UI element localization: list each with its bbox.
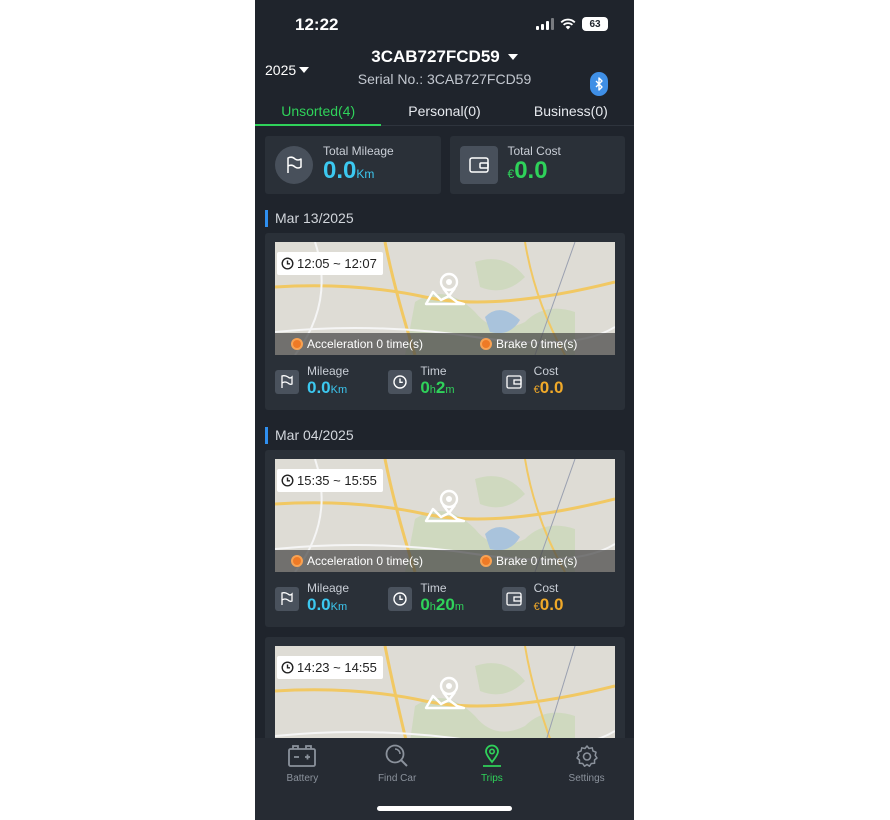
map-pin-icon: [424, 676, 466, 710]
trip-time-badge: 14:23 ~ 14:55: [277, 656, 383, 679]
date-header: Mar 04/2025: [265, 427, 354, 444]
trip-card[interactable]: 15:35 ~ 15:55 Acceleration 0 time(s) Bra…: [265, 450, 625, 627]
trip-duration: Time 0h2m: [388, 363, 501, 401]
summary-row: Total Mileage 0.0Km Total Cost €0.0: [265, 136, 625, 194]
total-cost-card: Total Cost €0.0: [449, 136, 625, 194]
trip-metrics: Mileage 0.0Km Time 0h20m Cost €0.0: [275, 580, 615, 618]
nav-battery[interactable]: Battery: [255, 744, 350, 820]
driving-events-bar: Acceleration 0 time(s) Brake 0 time(s): [275, 333, 615, 355]
total-cost-value: €0.0: [507, 156, 548, 184]
acceleration-event: Acceleration 0 time(s): [291, 554, 423, 568]
tab-unsorted[interactable]: Unsorted(4): [255, 96, 382, 126]
acceleration-icon: [291, 338, 303, 350]
brake-icon: [480, 338, 492, 350]
device-name: 3CAB727FCD59: [371, 47, 500, 66]
trip-time-range: 14:23 ~ 14:55: [297, 660, 377, 675]
total-mileage-card: Total Mileage 0.0Km: [265, 136, 441, 194]
flag-icon: [275, 146, 313, 184]
clock-icon: [281, 257, 294, 270]
total-mileage-label: Total Mileage: [323, 143, 394, 158]
gear-icon: [575, 745, 598, 767]
battery-icon: [288, 745, 317, 767]
total-mileage-value: 0.0Km: [323, 156, 375, 184]
wallet-icon: [501, 370, 526, 394]
clock-icon: [281, 661, 294, 674]
signal-icon: [536, 18, 554, 30]
app-screen: 12:22 63 2025 3CAB727FCD59 Serial No.: 3…: [255, 0, 634, 820]
trip-mileage: Mileage 0.0Km: [275, 363, 388, 401]
battery-indicator: 63: [582, 17, 608, 31]
brake-event: Brake 0 time(s): [480, 337, 577, 351]
clock-icon: [281, 474, 294, 487]
bluetooth-icon[interactable]: [590, 72, 608, 96]
chevron-down-icon: [507, 54, 518, 60]
clock-icon: [388, 587, 413, 611]
map-pin-icon: [424, 489, 466, 523]
wallet-icon: [459, 146, 498, 184]
status-time: 12:22: [295, 15, 339, 34]
clock-icon: [388, 370, 413, 394]
map-pin-icon: [424, 272, 466, 306]
location-pin-icon: [482, 744, 501, 767]
trip-card[interactable]: 12:05 ~ 12:07 Acceleration 0 time(s) Bra…: [265, 233, 625, 410]
search-icon: [385, 744, 408, 767]
device-selector[interactable]: 3CAB727FCD59: [255, 47, 634, 67]
nav-settings[interactable]: Settings: [539, 744, 634, 820]
trip-metrics: Mileage 0.0Km Time 0h2m Cost €0.0: [275, 363, 615, 401]
trip-mileage: Mileage 0.0Km: [275, 580, 388, 618]
trip-time-badge: 15:35 ~ 15:55: [277, 469, 383, 492]
trip-time-range: 15:35 ~ 15:55: [297, 473, 377, 488]
trip-cost: Cost €0.0: [501, 580, 615, 618]
bottom-navigation: Battery Find Car Trips Settings: [255, 738, 634, 820]
total-cost-label: Total Cost: [507, 143, 561, 158]
acceleration-icon: [291, 555, 303, 567]
trip-duration: Time 0h20m: [388, 580, 501, 618]
tab-business[interactable]: Business(0): [508, 96, 634, 125]
trip-cost: Cost €0.0: [501, 363, 615, 401]
status-icons: 63: [536, 17, 608, 31]
driving-events-bar: Acceleration 0 time(s) Brake 0 time(s): [275, 550, 615, 572]
serial-number: Serial No.: 3CAB727FCD59: [357, 71, 532, 87]
trip-time-badge: 12:05 ~ 12:07: [277, 252, 383, 275]
trip-map-thumbnail[interactable]: 15:35 ~ 15:55 Acceleration 0 time(s) Bra…: [275, 459, 615, 572]
trip-category-tabs: Unsorted(4) Personal(0) Business(0): [255, 96, 634, 126]
tab-personal[interactable]: Personal(0): [381, 96, 507, 125]
home-indicator[interactable]: [377, 806, 512, 811]
brake-icon: [480, 555, 492, 567]
brake-event: Brake 0 time(s): [480, 554, 577, 568]
flag-icon: [275, 587, 299, 611]
acceleration-event: Acceleration 0 time(s): [291, 337, 423, 351]
wifi-icon: [560, 18, 576, 30]
date-header: Mar 13/2025: [265, 210, 354, 227]
flag-icon: [275, 370, 299, 394]
wallet-icon: [501, 587, 526, 611]
trip-map-thumbnail[interactable]: 12:05 ~ 12:07 Acceleration 0 time(s) Bra…: [275, 242, 615, 355]
trip-time-range: 12:05 ~ 12:07: [297, 256, 377, 271]
